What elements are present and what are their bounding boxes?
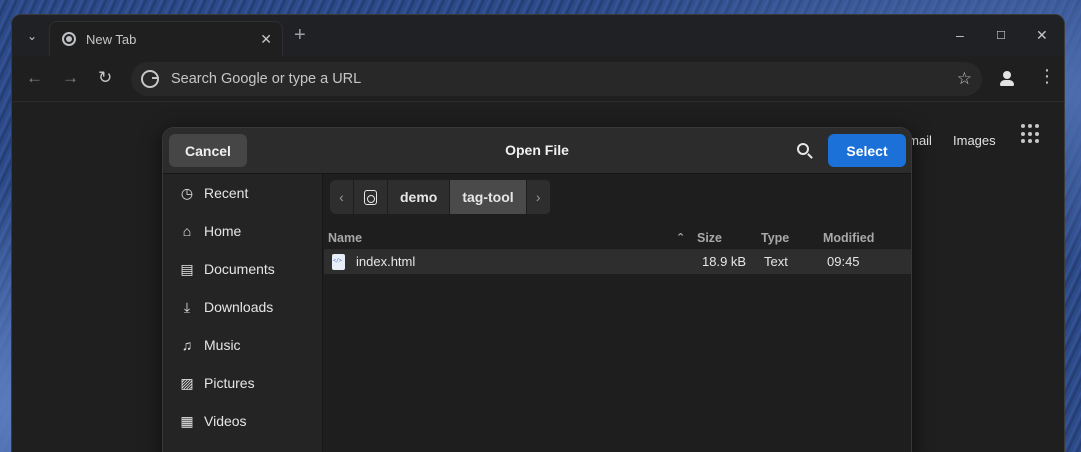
avatar-body <box>1000 80 1014 86</box>
new-tab-button[interactable]: + <box>294 25 306 45</box>
tab-strip: ⌄ New Tab ✕ + – ☐ ✕ <box>12 15 1064 56</box>
file-size: 18.9 kB <box>702 254 747 269</box>
path-root-disk[interactable] <box>354 180 388 214</box>
dialog-header: Cancel Open File Select <box>163 128 911 174</box>
more-menu-icon[interactable]: ⋮ <box>1038 66 1056 86</box>
sidebar-item-home[interactable]: ⌂ Home <box>163 212 322 250</box>
address-bar[interactable]: Search Google or type a URL ☆ <box>131 62 982 96</box>
address-bar-placeholder: Search Google or type a URL <box>171 71 362 87</box>
home-icon: ⌂ <box>182 223 192 239</box>
browser-toolbar: ← → ↻ Search Google or type a URL ☆ ⋮ <box>12 56 1064 102</box>
video-icon: ▦ <box>180 413 194 429</box>
google-apps-icon[interactable] <box>1021 124 1041 144</box>
google-g-icon <box>141 70 159 88</box>
sidebar-item-label: Home <box>204 223 242 239</box>
search-icon[interactable] <box>796 142 814 160</box>
breadcrumb: ‹ demo tag-tool › <box>330 180 551 214</box>
tab-search-button[interactable]: ⌄ <box>20 24 44 48</box>
minimize-button[interactable]: – <box>956 27 964 43</box>
list-header: Name ⌃ Size Type Modified <box>324 226 911 250</box>
select-button[interactable]: Select <box>828 134 906 167</box>
chevron-down-icon: ⌄ <box>26 29 38 43</box>
sidebar-item-pictures[interactable]: ▨ Pictures <box>163 364 322 402</box>
sidebar-item-label: Documents <box>204 261 275 277</box>
column-header-modified[interactable]: Modified <box>823 231 874 245</box>
sidebar-item-label: Recent <box>204 185 249 201</box>
avatar-head <box>1003 71 1011 79</box>
file-type: Text <box>764 254 788 269</box>
column-header-name[interactable]: Name <box>328 231 362 245</box>
tab-new-tab[interactable]: New Tab ✕ <box>49 21 283 56</box>
table-row[interactable]: index.html 18.9 kB Text 09:45 <box>324 250 911 274</box>
path-forward-icon[interactable]: › <box>526 180 551 214</box>
back-arrow-icon[interactable]: ← <box>26 68 43 88</box>
clock-icon: ◷ <box>180 185 194 201</box>
document-icon: ▤ <box>180 261 194 277</box>
sidebar-item-documents[interactable]: ▤ Documents <box>163 250 322 288</box>
open-file-dialog: Cancel Open File Select ◷ Recent ⌂ Home … <box>162 127 912 452</box>
profile-avatar-icon[interactable] <box>996 67 1018 89</box>
sidebar-item-downloads[interactable]: ⤓ Downloads <box>163 288 322 326</box>
chrome-favicon-icon <box>62 32 76 46</box>
picture-icon: ▨ <box>180 375 194 391</box>
forward-arrow-icon[interactable]: → <box>62 68 79 88</box>
file-name: index.html <box>356 254 416 269</box>
reload-icon[interactable]: ↻ <box>98 68 112 88</box>
column-header-size[interactable]: Size <box>697 231 722 245</box>
images-link[interactable]: Images <box>953 133 996 148</box>
sidebar-item-recent[interactable]: ◷ Recent <box>163 174 322 212</box>
places-sidebar: ◷ Recent ⌂ Home ▤ Documents ⤓ Downloads … <box>163 174 323 452</box>
file-modified: 09:45 <box>827 254 860 269</box>
sort-ascending-icon: ⌃ <box>676 232 686 244</box>
download-icon: ⤓ <box>183 299 191 315</box>
sidebar-item-label: Downloads <box>204 299 274 315</box>
path-back-icon[interactable]: ‹ <box>330 180 354 214</box>
tab-title: New Tab <box>86 31 137 47</box>
sidebar-item-label: Music <box>204 337 241 353</box>
maximize-button[interactable]: ☐ <box>996 29 1006 42</box>
sidebar-item-videos[interactable]: ▦ Videos <box>163 402 322 440</box>
html-file-icon <box>332 254 345 270</box>
music-icon: ♫ <box>181 337 193 353</box>
close-window-button[interactable]: ✕ <box>1036 27 1048 44</box>
path-segment-demo[interactable]: demo <box>388 180 451 214</box>
column-header-type[interactable]: Type <box>761 231 789 245</box>
file-browser-main: ‹ demo tag-tool › Name ⌃ Size Type Modif… <box>324 174 911 452</box>
sidebar-item-label: Pictures <box>204 375 255 391</box>
path-segment-current[interactable]: tag-tool <box>450 180 527 214</box>
bookmark-star-icon[interactable]: ☆ <box>957 69 972 89</box>
file-list: Name ⌃ Size Type Modified index.html 18.… <box>324 226 911 274</box>
tab-close-icon[interactable]: ✕ <box>260 31 272 48</box>
sidebar-item-music[interactable]: ♫ Music <box>163 326 322 364</box>
disk-icon <box>364 189 377 205</box>
sidebar-item-label: Videos <box>204 413 247 429</box>
